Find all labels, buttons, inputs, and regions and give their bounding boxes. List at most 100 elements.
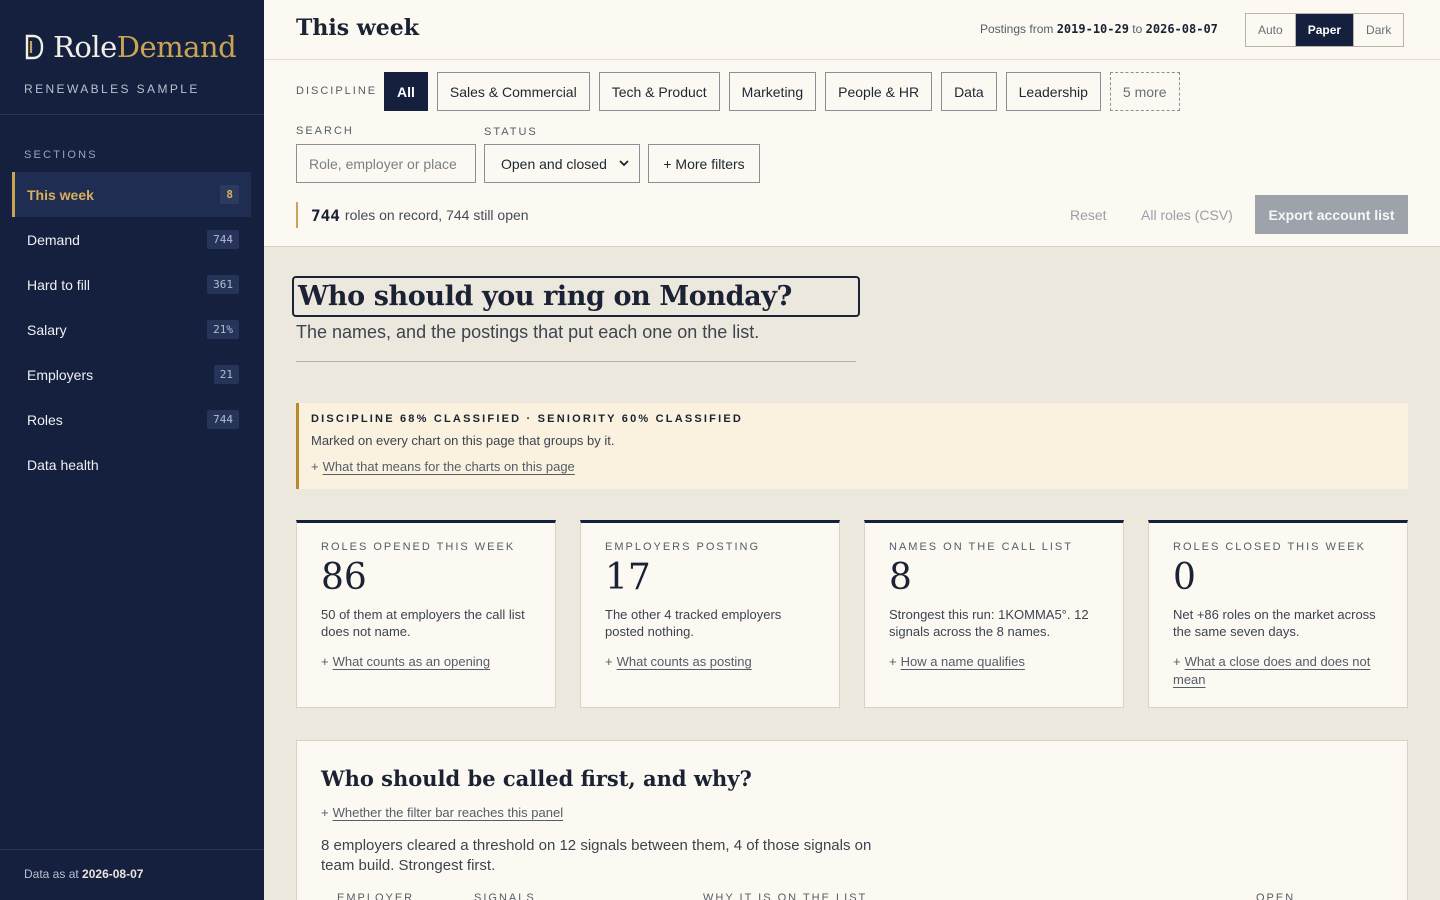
kpi-label: EMPLOYERS POSTING — [605, 541, 761, 553]
column-header-employer[interactable]: EMPLOYER — [337, 892, 414, 900]
kpi-card-employers-posting: EMPLOYERS POSTING 17 The other 4 tracked… — [580, 520, 840, 708]
sidebar-item-count: 8 — [220, 185, 239, 204]
kpi-text: The other 4 tracked employers posted not… — [605, 607, 782, 639]
reset-link[interactable]: Reset — [1070, 207, 1107, 223]
sections-label: SECTIONS — [24, 149, 98, 161]
plus-icon: + — [321, 805, 329, 820]
plus-icon: + — [311, 459, 319, 474]
hero-subtitle: The names, and the postings that put eac… — [296, 322, 760, 342]
panel-title: Who should be called first, and why? — [321, 766, 752, 791]
callout-text: Marked on every chart on this page that … — [311, 433, 615, 448]
theme-auto-button[interactable]: Auto — [1246, 14, 1295, 46]
search-input[interactable] — [296, 144, 476, 183]
theme-dark-button[interactable]: Dark — [1353, 14, 1403, 46]
discipline-more-chip[interactable]: 5 more — [1109, 72, 1180, 111]
sidebar-item-salary[interactable]: Salary 21% — [12, 307, 251, 352]
discipline-chip-marketing[interactable]: Marketing — [728, 72, 817, 111]
kpi-expand-link[interactable]: + How a name qualifies — [889, 653, 1104, 671]
sidebar-item-employers[interactable]: Employers 21 — [12, 352, 251, 397]
discipline-chip-sales-commercial[interactable]: Sales & Commercial — [436, 72, 590, 111]
sidebar-item-count: 21 — [213, 365, 239, 384]
more-filters-button[interactable]: + More filters — [648, 144, 760, 183]
discipline-chip-tech-product[interactable]: Tech & Product — [598, 72, 720, 111]
sidebar-nav: This week 8 Demand 744 Hard to fill 361 … — [12, 172, 251, 487]
all-roles-csv-link[interactable]: All roles (CSV) — [1141, 207, 1233, 223]
sidebar-item-demand[interactable]: Demand 744 — [12, 217, 251, 262]
hero-title[interactable]: Who should you ring on Monday? — [292, 276, 860, 317]
roles-count: 744 — [311, 205, 340, 225]
discipline-chip-leadership[interactable]: Leadership — [1005, 72, 1101, 111]
column-header-why[interactable]: WHY IT IS ON THE LIST — [703, 892, 867, 900]
sidebar-item-label: Employers — [27, 366, 94, 383]
sidebar: RoleDemand RENEWABLES SAMPLE SECTIONS Th… — [0, 0, 264, 900]
plus-icon: + — [321, 654, 329, 669]
kpi-label: NAMES ON THE CALL LIST — [889, 541, 1073, 553]
postings-range: Postings from 2019-10-29 to 2026-08-07 — [980, 22, 1218, 36]
export-account-list-button[interactable]: Export account list — [1255, 195, 1408, 234]
kpi-card-roles-opened: ROLES OPENED THIS WEEK 86 50 of them at … — [296, 520, 556, 708]
column-header-signals[interactable]: SIGNALS — [474, 892, 536, 900]
sidebar-item-roles[interactable]: Roles 744 — [12, 397, 251, 442]
callout-expand-link[interactable]: + What that means for the charts on this … — [311, 459, 575, 474]
panel-text: 8 employers cleared a threshold on 12 si… — [321, 837, 872, 874]
sidebar-item-label: Data health — [27, 456, 99, 473]
plus-icon: + — [889, 654, 897, 669]
kpi-card-roles-closed: ROLES CLOSED THIS WEEK 0 Net +86 roles o… — [1148, 520, 1408, 708]
kpi-label: ROLES OPENED THIS WEEK — [321, 541, 516, 553]
data-as-at: Data as at 2026-08-07 — [24, 867, 144, 881]
sidebar-item-label: Hard to fill — [27, 276, 91, 293]
chevron-down-icon — [619, 160, 629, 167]
status-select[interactable]: Open and closed — [484, 144, 640, 183]
panel-expand-link[interactable]: + Whether the filter bar reaches this pan… — [321, 805, 563, 820]
kpi-text: 50 of them at employers the call list do… — [321, 607, 525, 639]
hero-divider — [296, 361, 856, 362]
sidebar-item-count: 744 — [207, 410, 239, 429]
sidebar-item-count: 361 — [207, 275, 239, 294]
roles-summary: 744 roles on record, 744 still open — [296, 202, 529, 228]
column-header-open[interactable]: OPEN — [1256, 892, 1295, 900]
header-divider — [264, 59, 1440, 60]
kpi-card-call-list: NAMES ON THE CALL LIST 8 Strongest this … — [864, 520, 1124, 708]
discipline-chip-all[interactable]: All — [384, 72, 428, 111]
kpi-value: 8 — [889, 557, 912, 598]
discipline-chip-people-hr[interactable]: People & HR — [825, 72, 933, 111]
discipline-chip-data[interactable]: Data — [941, 72, 997, 111]
status-select-value: Open and closed — [501, 155, 607, 172]
theme-paper-button[interactable]: Paper — [1294, 14, 1354, 46]
plus-icon: + — [605, 654, 613, 669]
theme-toggle: Auto Paper Dark — [1245, 13, 1405, 47]
search-label: SEARCH — [296, 125, 354, 137]
discipline-chips: All Sales & Commercial Tech & Product Ma… — [384, 72, 1180, 111]
status-label: STATUS — [484, 126, 538, 138]
roles-summary-text: roles on record, 744 still open — [344, 207, 529, 223]
top-header: This week Postings from 2019-10-29 to 20… — [264, 0, 1440, 247]
sidebar-item-label: Salary — [27, 321, 67, 338]
sidebar-item-label: Demand — [27, 231, 80, 248]
roledemand-logo-icon — [25, 34, 44, 60]
brand-logo[interactable]: RoleDemand — [24, 30, 237, 64]
kpi-value: 17 — [605, 557, 651, 598]
kpi-label: ROLES CLOSED THIS WEEK — [1173, 541, 1366, 553]
page-title: This week — [296, 15, 419, 41]
plus-icon: + — [1173, 654, 1181, 669]
kpi-text: Strongest this run: 1KOMMA5°. 12 signals… — [889, 607, 1089, 639]
brand-subtitle: RENEWABLES SAMPLE — [24, 82, 200, 96]
kpi-value: 86 — [321, 557, 367, 598]
callout-title: DISCIPLINE 68% CLASSIFIED · SENIORITY 60… — [311, 413, 744, 425]
sidebar-item-data-health[interactable]: Data health — [12, 442, 251, 487]
sidebar-item-count: 21% — [207, 320, 239, 339]
kpi-value: 0 — [1173, 557, 1196, 598]
discipline-label: DISCIPLINE — [296, 85, 378, 97]
sidebar-item-label: This week — [27, 186, 94, 203]
sidebar-divider — [0, 114, 264, 115]
sidebar-item-count: 744 — [207, 230, 239, 249]
sidebar-item-hard-to-fill[interactable]: Hard to fill 361 — [12, 262, 251, 307]
sidebar-item-label: Roles — [27, 411, 63, 428]
kpi-expand-link[interactable]: + What counts as an opening — [321, 653, 536, 671]
kpi-expand-link[interactable]: + What counts as posting — [605, 653, 820, 671]
sidebar-item-this-week[interactable]: This week 8 — [12, 172, 251, 217]
classification-callout: DISCIPLINE 68% CLASSIFIED · SENIORITY 60… — [296, 403, 1408, 489]
kpi-expand-link[interactable]: + What a close does and does not mean — [1173, 653, 1388, 689]
kpi-text: Net +86 roles on the market across the s… — [1173, 607, 1376, 639]
call-list-panel: Who should be called first, and why? + Wh… — [296, 740, 1408, 900]
